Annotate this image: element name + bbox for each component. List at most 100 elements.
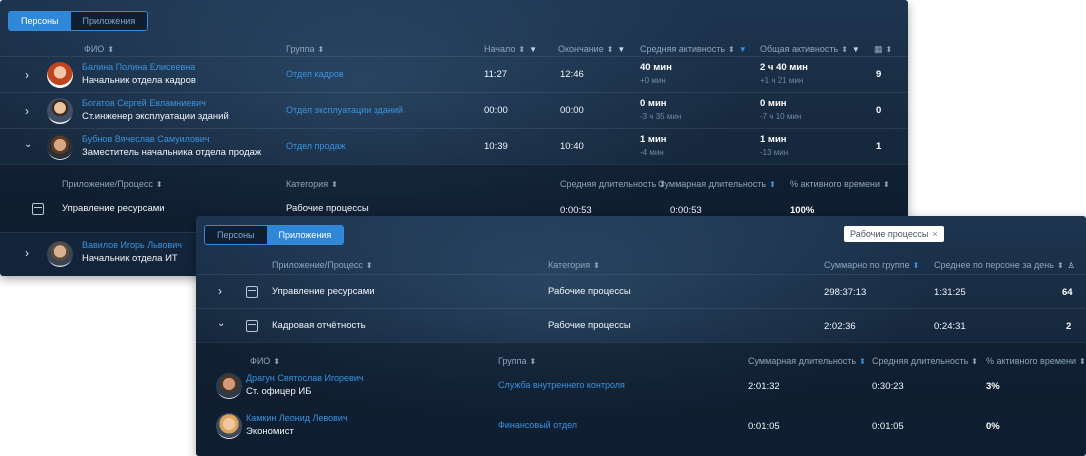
sort-icon[interactable]: ⬍ [331, 180, 338, 189]
sort-icon[interactable]: ⬍ [1057, 261, 1064, 270]
person-name[interactable]: Драгун Святослав Игоревич [246, 373, 364, 383]
sort-icon[interactable]: ⬍ [1079, 357, 1086, 366]
avatar [47, 134, 73, 160]
avg-activity-delta: -3 ч 35 мин [640, 112, 682, 121]
view-tabs: Персоны Приложения [8, 11, 149, 31]
sort-icon[interactable]: ⬍ [886, 45, 893, 54]
sort-icon[interactable]: ⬍ [841, 45, 848, 54]
sum-duration: 2:01:32 [748, 381, 780, 392]
filter-icon[interactable]: ▼ [852, 45, 860, 54]
chevron-right-icon[interactable]: › [218, 284, 222, 298]
group-link[interactable]: Отдел эксплуатации зданий [286, 105, 403, 115]
table-row[interactable]: ⌄ Бубнов Вячеслав Самуилович Заместитель… [0, 128, 908, 164]
column-header-end[interactable]: Окончание ⬍ ▼ [558, 43, 625, 56]
start-time: 10:39 [484, 141, 508, 152]
avg-activity-delta: +0 мин [640, 76, 666, 85]
column-header-fio[interactable]: ФИО ⬍ [84, 43, 114, 56]
person-name[interactable]: Балина Полина Елисеевна [82, 62, 195, 72]
chevron-right-icon[interactable]: › [25, 104, 29, 118]
tab-applications[interactable]: Приложения [70, 12, 148, 30]
end-time: 12:46 [560, 69, 584, 80]
person-count: 2 [1066, 321, 1072, 332]
column-header-sum-group[interactable]: Суммарно по группе ⬍ [824, 259, 919, 272]
app-name: Управление ресурсами [272, 286, 375, 297]
sort-icon[interactable]: ⬍ [366, 261, 373, 270]
sort-icon[interactable]: ⬍ [107, 45, 114, 54]
sort-icon[interactable]: ⬍ [273, 357, 280, 366]
filter-icon[interactable]: ▼ [529, 45, 537, 54]
end-time: 10:40 [560, 141, 584, 152]
person-title: Начальник отдела ИТ [82, 253, 178, 264]
group-link[interactable]: Служба внутреннего контроля [498, 380, 625, 390]
person-title: Экономист [246, 426, 294, 437]
column-header-group[interactable]: Группа ⬍ [286, 43, 324, 56]
sort-icon[interactable]: ⬍ [859, 357, 866, 366]
column-header-count[interactable]: ▦ ⬍ [874, 43, 892, 56]
column-header-category[interactable]: Категория ⬍ [548, 259, 600, 272]
close-icon[interactable]: × [932, 229, 937, 239]
table-row[interactable]: ⌄ Кадровая отчётность Рабочие процессы 2… [196, 308, 1086, 342]
subcolumn-header-fio[interactable]: ФИО ⬍ [250, 355, 280, 368]
group-link[interactable]: Отдел кадров [286, 69, 344, 79]
chevron-down-icon[interactable]: ⌄ [217, 318, 225, 329]
avatar [216, 373, 242, 399]
column-header-avg-activity[interactable]: Средняя активность ⬍ ▼ [640, 43, 747, 56]
view-tabs: Персоны Приложения [204, 225, 345, 245]
chevron-down-icon[interactable]: ⌄ [24, 139, 32, 150]
tab-persons[interactable]: Персоны [205, 226, 267, 244]
subcolumn-header-app[interactable]: Приложение/Процесс ⬍ [62, 178, 163, 191]
sort-icon[interactable]: ⬍ [728, 45, 735, 54]
subcolumn-header-active-pct[interactable]: % активного времени ⬍ [986, 355, 1086, 368]
subcolumn-header-active-pct[interactable]: % активного времени ⬍ [790, 178, 890, 191]
subcolumn-header-group[interactable]: Группа ⬍ [498, 355, 536, 368]
person-title: Ст.инженер эксплуатации зданий [82, 111, 229, 122]
subcolumn-header-category[interactable]: Категория ⬍ [286, 178, 338, 191]
table-row[interactable]: › Богатов Сергей Евламниевич Ст.инженер … [0, 92, 908, 128]
group-link[interactable]: Финансовый отдел [498, 420, 577, 430]
filter-icon[interactable]: ▼ [739, 45, 747, 54]
app-category: Рабочие процессы [548, 320, 631, 331]
filter-icon[interactable]: ▼ [617, 45, 625, 54]
subcolumn-header-avg-duration[interactable]: Средняя длительность ⬍ [560, 178, 666, 191]
count: 9 [876, 69, 882, 80]
sort-icon[interactable]: ⬍ [318, 45, 325, 54]
column-header-start[interactable]: Начало ⬍ ▼ [484, 43, 537, 56]
person-name[interactable]: Богатов Сергей Евламниевич [82, 98, 206, 108]
chevron-right-icon[interactable]: › [25, 246, 29, 260]
avg-duration: 0:01:05 [872, 421, 904, 432]
sort-icon[interactable]: ⬍ [883, 180, 890, 189]
subcolumn-header-sum-duration[interactable]: Суммарная длительность ⬍ [658, 178, 776, 191]
grid-icon: ▦ [874, 44, 883, 54]
sort-icon[interactable]: ⬍ [971, 357, 978, 366]
column-header-app[interactable]: Приложение/Процесс ⬍ [272, 259, 373, 272]
subcolumn-header-sum-duration[interactable]: Суммарная длительность ⬍ [748, 355, 866, 368]
total-activity-delta: -7 ч 10 мин [760, 112, 802, 121]
sort-icon[interactable]: ⬍ [607, 45, 614, 54]
avatar [47, 62, 73, 88]
app-category: Рабочие процессы [548, 286, 631, 297]
person-name[interactable]: Камкин Леонид Левович [246, 413, 348, 423]
person-count: 64 [1062, 287, 1073, 298]
avg-activity: 40 мин [640, 62, 672, 73]
column-header-total-activity[interactable]: Общая активность ⬍ ▼ [760, 43, 860, 56]
tab-persons[interactable]: Персоны [9, 12, 71, 30]
sort-icon[interactable]: ⬍ [518, 45, 525, 54]
tab-applications[interactable]: Приложения [266, 226, 344, 244]
person-name[interactable]: Вавилов Игорь Львович [82, 240, 182, 250]
table-row[interactable]: › Управление ресурсами Рабочие процессы … [196, 274, 1086, 308]
group-link[interactable]: Отдел продаж [286, 141, 346, 151]
sort-icon[interactable]: ⬍ [156, 180, 163, 189]
sort-icon[interactable]: ⬍ [913, 261, 920, 270]
active-pct: 100% [790, 205, 815, 216]
sort-icon[interactable]: ⬍ [530, 357, 537, 366]
chevron-right-icon[interactable]: › [25, 68, 29, 82]
person-name[interactable]: Бубнов Вячеслав Самуилович [82, 134, 210, 144]
column-header-avg-person[interactable]: Среднее по персоне за день ⬍ ♙ [934, 259, 1075, 272]
person-title: Начальник отдела кадров [82, 75, 196, 86]
table-row[interactable]: › Балина Полина Елисеевна Начальник отде… [0, 56, 908, 92]
sort-icon[interactable]: ⬍ [593, 261, 600, 270]
sort-icon[interactable]: ⬍ [769, 180, 776, 189]
subcolumn-header-avg-duration[interactable]: Средняя длительность ⬍ [872, 355, 978, 368]
start-time: 11:27 [484, 69, 508, 80]
filter-chip[interactable]: Рабочие процессы × [844, 226, 944, 242]
